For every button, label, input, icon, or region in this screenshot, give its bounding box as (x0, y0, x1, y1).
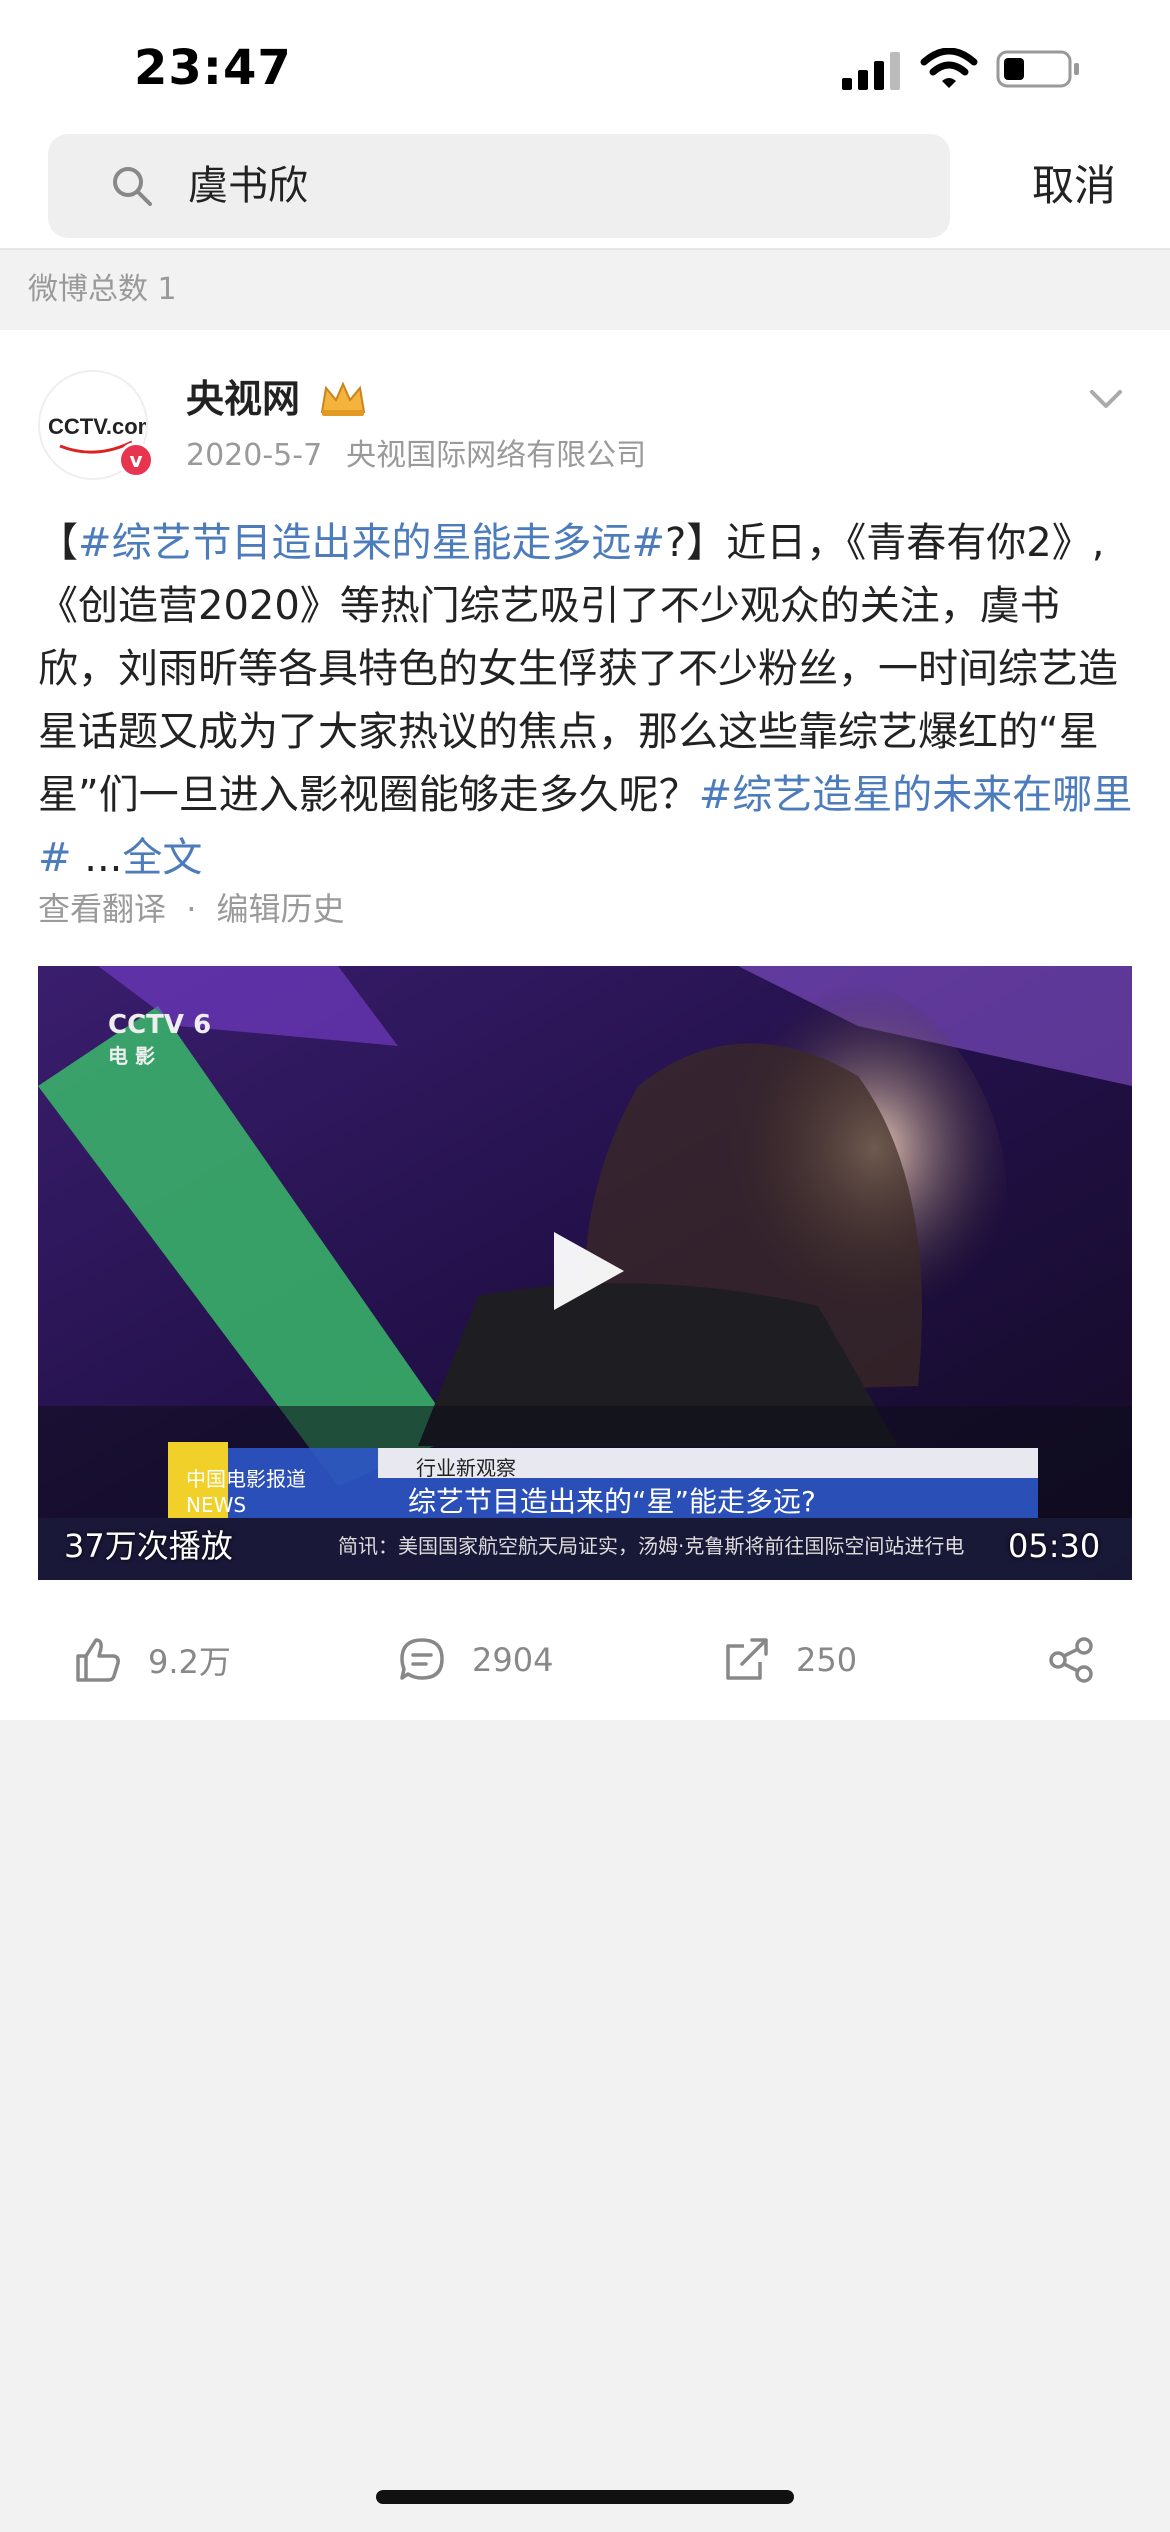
status-bar: 23:47 (0, 0, 1170, 132)
post-footer: 9.2万 2904 250 (0, 1602, 1170, 1720)
news-ticker: 简讯：美国国家航空航天局证实，汤姆·克鲁斯将前往国际空间站进行电 (338, 1534, 965, 1558)
cellular-signal-icon (842, 52, 900, 90)
share-icon (1049, 1637, 1093, 1683)
post-date: 2020-5-7 (186, 438, 323, 473)
verified-badge-icon: v (118, 442, 154, 478)
cancel-button[interactable]: 取消 (1032, 156, 1116, 216)
full-text-link[interactable]: 全文 (122, 835, 202, 881)
comment-button[interactable]: 2904 (396, 1630, 553, 1690)
search-input[interactable]: 虞书欣 (188, 158, 308, 214)
channel-logo-text: CCTV 6 (108, 1010, 212, 1040)
author-name[interactable]: 央视网 (186, 372, 300, 426)
video-duration: 05:30 (1008, 1527, 1101, 1565)
chevron-down-icon[interactable] (1088, 388, 1124, 412)
vip-crown-icon (320, 381, 366, 416)
status-time: 23:47 (134, 40, 292, 96)
search-bar[interactable]: 虞书欣 (48, 134, 950, 238)
result-count: 微博总数 1 (28, 272, 177, 307)
topic-tag-link[interactable]: #综艺节目造出来的星能走多远# (78, 520, 665, 566)
repost-icon (726, 1638, 768, 1680)
overlay-title: 综艺节目造出来的“星”能走多远? (408, 1485, 816, 1518)
like-count: 9.2万 (148, 1643, 231, 1681)
separator: · (186, 890, 197, 928)
channel-sub-text: 电 影 (108, 1044, 155, 1068)
comment-icon (400, 1638, 444, 1680)
play-icon[interactable] (548, 1228, 628, 1314)
divider (0, 248, 1170, 250)
like-icon (76, 1638, 120, 1682)
like-button[interactable]: 9.2万 (72, 1630, 231, 1690)
news-badge: 中国电影报道 NEWS (186, 1467, 306, 1517)
post-content: 【#综艺节目造出来的星能走多远#?】近日，《青春有你2》,《创造营2020》等热… (38, 512, 1138, 890)
post-source: 央视国际网络有限公司 (346, 438, 647, 473)
post-meta: 2020-5-7 央视国际网络有限公司 (186, 434, 646, 478)
search-icon (113, 167, 152, 206)
translate-link[interactable]: 查看翻译 (38, 890, 166, 928)
video-player[interactable]: CCTV 6 电 影 中国电影报道 NEWS 行业新观察 综艺节目造出来的“星”能… (38, 966, 1132, 1580)
share-button[interactable] (1046, 1630, 1098, 1690)
repost-count: 250 (796, 1641, 858, 1679)
edit-history-link[interactable]: 编辑历史 (217, 890, 345, 928)
content-ellipsis: ... (71, 835, 123, 881)
home-indicator[interactable] (376, 2490, 794, 2504)
channel-logo: CCTV 6 电 影 (108, 1010, 211, 1071)
wifi-icon (920, 48, 978, 88)
content-open-bracket: 【 (38, 520, 78, 566)
repost-button[interactable]: 250 (720, 1630, 857, 1690)
battery-icon (996, 50, 1079, 88)
comment-count: 2904 (472, 1641, 554, 1679)
avatar-logo-text: CCTV.com (48, 414, 148, 439)
play-count: 37万次播放 (64, 1527, 233, 1565)
post-actions: 查看翻译 · 编辑历史 (38, 886, 345, 932)
overlay-small: 行业新观察 (416, 1456, 516, 1480)
header: 23:47 虞书欣 取消 (0, 0, 1170, 248)
post-card[interactable]: CCTV.com v 央视网 2020-5-7 央视国际网络有限公司 【#综艺节目… (0, 330, 1170, 1720)
